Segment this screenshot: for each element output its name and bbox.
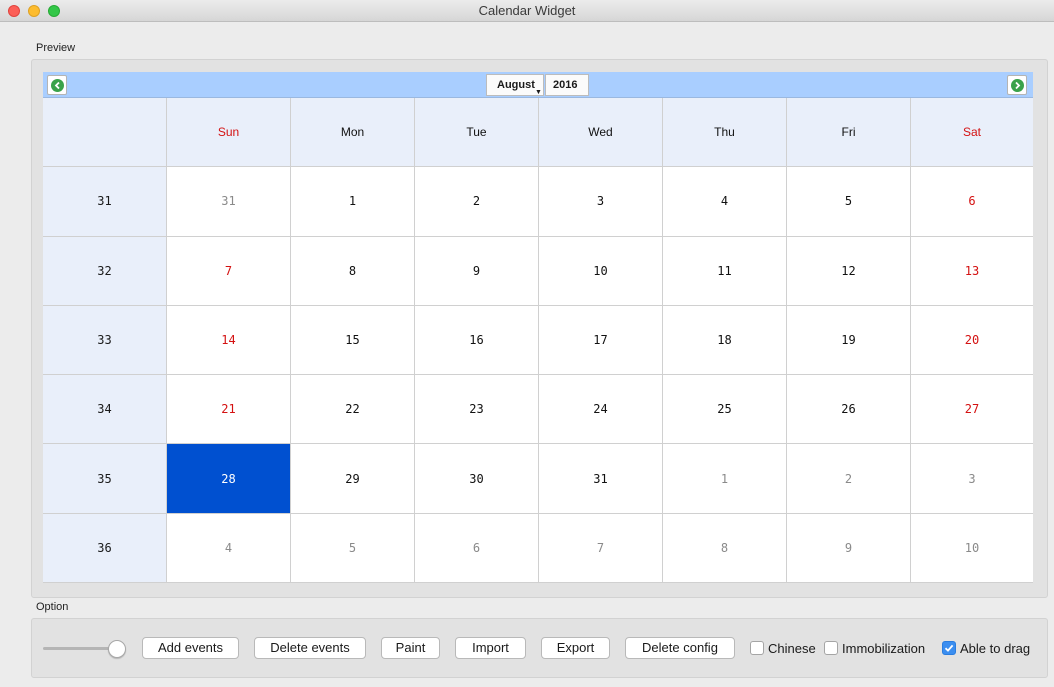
weekday-header-wed: Wed (539, 98, 663, 168)
day-cell[interactable]: 10 (539, 236, 663, 306)
day-cell[interactable]: 31 (539, 444, 663, 514)
calendar-grid: Sun Mon Tue Wed Thu Fri Sat 31 31 1 2 3 4 5 6 32 7 8 9 10 1… (43, 98, 1033, 584)
day-cell[interactable]: 12 (787, 236, 911, 306)
day-cell[interactable]: 1 (663, 444, 787, 514)
month-dropdown[interactable]: August ▼ (486, 74, 544, 96)
able-to-drag-checkbox[interactable]: Able to drag (942, 639, 1030, 657)
import-button[interactable]: Import (455, 637, 526, 659)
day-cell[interactable]: 26 (787, 375, 911, 445)
day-cell[interactable]: 22 (291, 375, 415, 445)
day-cell[interactable]: 17 (539, 305, 663, 376)
day-cell[interactable]: 21 (167, 375, 291, 445)
delete-config-button[interactable]: Delete config (625, 637, 735, 659)
day-cell[interactable]: 19 (787, 305, 911, 376)
chinese-checkbox[interactable]: Chinese (750, 639, 816, 657)
week-number: 34 (43, 375, 167, 445)
weekday-header-sat: Sat (911, 98, 1033, 168)
immobilization-checkbox-label: Immobilization (842, 640, 926, 656)
day-cell[interactable]: 2 (787, 444, 911, 514)
week-row: 33 14 15 16 17 18 19 20 (43, 305, 1033, 376)
chinese-checkbox-label: Chinese (768, 640, 816, 656)
day-cell[interactable]: 7 (167, 236, 291, 306)
delete-events-button[interactable]: Delete events (254, 637, 366, 659)
arrow-left-circle-icon (50, 78, 64, 92)
add-events-button[interactable]: Add events (142, 637, 239, 659)
week-number: 36 (43, 513, 167, 584)
day-cell[interactable]: 11 (663, 236, 787, 306)
able-to-drag-checkbox-box[interactable] (942, 641, 956, 655)
weekday-header-row: Sun Mon Tue Wed Thu Fri Sat (43, 98, 1033, 168)
day-cell[interactable]: 25 (663, 375, 787, 445)
paint-button[interactable]: Paint (381, 637, 440, 659)
day-cell[interactable]: 9 (415, 236, 539, 306)
week-number: 32 (43, 236, 167, 306)
calendar-nav-bar: August ▼ 2016 (43, 72, 1033, 98)
day-cell[interactable]: 1 (291, 167, 415, 237)
day-cell[interactable]: 10 (911, 513, 1033, 584)
week-number: 33 (43, 305, 167, 376)
day-cell[interactable]: 6 (415, 513, 539, 584)
day-cell[interactable]: 8 (663, 513, 787, 584)
day-cell[interactable]: 30 (415, 444, 539, 514)
day-cell[interactable]: 5 (291, 513, 415, 584)
day-cell[interactable]: 24 (539, 375, 663, 445)
chinese-checkbox-box[interactable] (750, 641, 764, 655)
day-cell[interactable]: 20 (911, 305, 1033, 376)
day-cell[interactable]: 8 (291, 236, 415, 306)
day-cell-selected[interactable]: 28 (167, 444, 291, 514)
week-row: 35 28 29 30 31 1 2 3 (43, 444, 1033, 514)
export-button[interactable]: Export (541, 637, 610, 659)
day-cell[interactable]: 6 (911, 167, 1033, 237)
day-cell[interactable]: 3 (911, 444, 1033, 514)
day-cell[interactable]: 5 (787, 167, 911, 237)
able-to-drag-checkbox-label: Able to drag (960, 640, 1031, 656)
day-cell[interactable]: 15 (291, 305, 415, 376)
day-cell[interactable]: 7 (539, 513, 663, 584)
week-number-header (43, 98, 167, 168)
window-title: Calendar Widget (478, 3, 576, 18)
week-number: 31 (43, 167, 167, 237)
day-cell[interactable]: 13 (911, 236, 1033, 306)
week-row: 31 31 1 2 3 4 5 6 (43, 167, 1033, 237)
day-cell[interactable]: 4 (663, 167, 787, 237)
day-cell[interactable]: 2 (415, 167, 539, 237)
immobilization-checkbox-box[interactable] (824, 641, 838, 655)
day-cell[interactable]: 27 (911, 375, 1033, 445)
preview-section-label: Preview (36, 42, 76, 54)
calendar: August ▼ 2016 Sun Mon Tue Wed Thu Fri Sat 31 31… (43, 72, 1033, 584)
weekday-header-mon: Mon (291, 98, 415, 168)
next-month-button[interactable] (1007, 75, 1027, 95)
day-cell[interactable]: 23 (415, 375, 539, 445)
size-slider-thumb[interactable] (108, 640, 126, 658)
previous-month-button[interactable] (47, 75, 67, 95)
arrow-right-circle-icon (1010, 78, 1024, 92)
weekday-header-tue: Tue (415, 98, 539, 168)
day-cell[interactable]: 14 (167, 305, 291, 376)
week-number: 35 (43, 444, 167, 514)
year-spinner[interactable]: 2016 (545, 74, 589, 96)
week-row: 32 7 8 9 10 11 12 13 (43, 236, 1033, 306)
day-cell[interactable]: 9 (787, 513, 911, 584)
title-bar: Calendar Widget (0, 0, 1054, 22)
weekday-header-sun: Sun (167, 98, 291, 168)
week-row: 34 21 22 23 24 25 26 27 (43, 375, 1033, 445)
day-cell[interactable]: 29 (291, 444, 415, 514)
week-row: 36 4 5 6 7 8 9 10 (43, 513, 1033, 584)
day-cell[interactable]: 18 (663, 305, 787, 376)
month-value: August (497, 79, 535, 91)
day-cell[interactable]: 31 (167, 167, 291, 237)
option-section-label: Option (36, 601, 69, 613)
weekday-header-thu: Thu (663, 98, 787, 168)
calendar-widget-window: Calendar Widget Preview August ▼ 2016 Su… (0, 0, 1054, 687)
checkmark-icon (944, 644, 954, 652)
weekday-header-fri: Fri (787, 98, 911, 168)
day-cell[interactable]: 3 (539, 167, 663, 237)
immobilization-checkbox[interactable]: Immobilization (824, 639, 925, 657)
day-cell[interactable]: 16 (415, 305, 539, 376)
day-cell[interactable]: 4 (167, 513, 291, 584)
